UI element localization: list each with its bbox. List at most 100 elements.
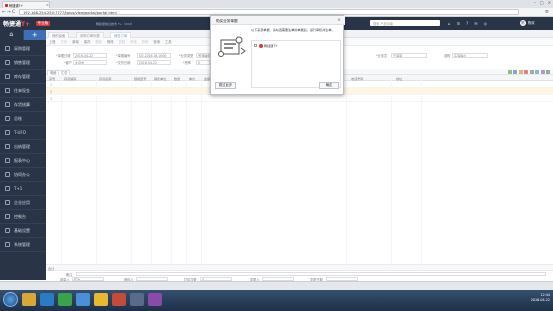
tplus-favicon-icon [5,3,8,7]
sidebar-add-icon[interactable]: + [23,30,46,40]
basic-settings-icon [5,227,10,233]
sidebar-item-sales[interactable]: 销售管理 [0,56,46,70]
sidebar-item-console[interactable]: 控制台 [0,210,46,224]
qq-icon[interactable] [76,293,90,306]
app-logo: 畅捷通T+ [3,19,30,28]
browser-tab[interactable]: 畅捷通T+ × [2,1,50,8]
cash-icon [5,87,10,93]
app-icon[interactable] [112,293,126,306]
app-icon-2[interactable] [130,293,144,306]
sidebar-item-purchase[interactable]: 采购管理 [0,42,46,56]
sidebar-item-label: 库存管理 [14,74,30,79]
user-menu[interactable]: 陈 陈欢 [520,19,535,26]
status-bar [0,281,553,290]
sidebar-item-label: 协同办公 [14,172,30,177]
chrome-icon[interactable] [94,293,108,306]
sales-icon [5,59,10,65]
company-name: 畅捷通信息技术 T+（202） [96,22,135,27]
t1-icon [5,185,10,191]
sidebar-item-label: 销售管理 [14,60,30,65]
logo-accent: T+ [21,21,31,28]
ok-button[interactable]: 确定 [319,82,339,89]
sidebar-top: ⌂ + [0,30,46,40]
sidebar-item-label: 采购管理 [14,46,30,51]
message-icon[interactable]: ✉ [474,21,477,26]
reload-icon[interactable]: C [12,10,15,15]
url-text: 192.168.254.250:7777/tplus/view/portal/p… [23,10,117,15]
sidebar-home-icon[interactable]: ⌂ [0,30,24,40]
dialog-titlebar: 购买业务单据 × [211,16,345,25]
source-bill-list: 畅捷通T+ [251,40,341,88]
window-controls: – □ × [534,0,551,7]
start-button[interactable] [3,292,18,307]
dialog-close-icon[interactable]: × [337,18,341,23]
purchase-icon [5,45,10,51]
system-icon [5,241,10,247]
menu-icon[interactable]: ☰ [457,21,461,26]
sidebar-item-reports[interactable]: 报表中心 [0,154,46,168]
ie-icon[interactable] [40,293,54,306]
back-icon[interactable]: ← [2,10,6,15]
user-name: 陈欢 [528,21,535,25]
costing-icon [5,101,10,107]
office-icon [5,171,10,177]
edition-badge: 专业版 [36,21,50,26]
sidebar-item-label: 企业应用 [14,200,30,205]
sidebar-item-label: 总账 [14,116,22,121]
sidebar-item-apps[interactable]: 企业应用 [0,196,46,210]
sidebar-item-cashier[interactable]: 出纳管理 [0,140,46,154]
logo-text: 畅捷通 [3,21,22,28]
sidebar-item-label: 存货核算 [14,102,30,107]
sidebar-item-label: T+1 [14,186,23,191]
forward-icon[interactable]: → [7,10,11,15]
browser-tabstrip: 畅捷通T+ × – □ × [0,0,553,8]
sidebar-item-label: 报表中心 [14,158,30,163]
ufo-icon [5,129,10,135]
sidebar-item-label: 往来现金 [14,88,30,93]
sidebar-item-system[interactable]: 系统管理 [0,238,46,252]
avatar: 陈 [520,19,526,26]
sidebar-item-cash[interactable]: 往来现金 [0,84,46,98]
sidebar-item-label: 控制台 [14,214,26,219]
browser-menu-icon[interactable]: ≡ [545,9,549,15]
skip-button[interactable]: 跳过此步 [215,82,237,89]
sidebar-item-office[interactable]: 协同办公 [0,168,46,182]
ledger-icon [5,115,10,121]
tplus-item-icon [258,43,263,48]
cashier-icon [5,143,10,149]
system-tray: 12:44 2016-04-22 [531,293,550,303]
home-icon[interactable]: ⌂ [448,21,451,26]
item-label: 畅捷通T+ [264,44,278,48]
clock-date: 2016-04-22 [530,298,550,302]
sidebar-item-t1[interactable]: T+1 [0,182,46,196]
sidebar-item-label: 出纳管理 [14,144,30,149]
sidebar-item-label: T-UFO [14,130,26,135]
apps-icon [5,199,10,205]
document-illustration-icon [218,36,246,57]
explorer-icon[interactable] [22,293,36,306]
header-search-input[interactable]: 搜索 产品功能 [370,20,440,26]
sidebar-item-label: 系统管理 [14,242,30,247]
sidebar-item-basic-settings[interactable]: 基础设置 [0,224,46,238]
item-checkbox[interactable] [254,44,257,47]
dialog-title: 购买业务单据 [216,18,238,23]
sidebar-item-costing[interactable]: 存货核算 [0,98,46,112]
wechat-icon[interactable] [58,293,72,306]
reports-icon [5,157,10,163]
settings-icon[interactable]: ◎ [484,21,488,26]
header-icons: ⌂ ☰ ? ✉ ◎ [448,21,487,26]
console-icon [5,213,10,219]
help-icon[interactable]: ? [466,21,468,26]
sidebar-item-ledger[interactable]: 总账 [0,112,46,126]
minimize-icon[interactable]: – [534,0,536,7]
tab-close-icon[interactable]: × [46,3,49,7]
sidebar-item-inventory[interactable]: 库存管理 [0,70,46,84]
sidebar-item-ufo[interactable]: T-UFO [0,126,46,140]
source-bill-item[interactable]: 畅捷通T+ [254,43,278,48]
maximize-icon[interactable]: □ [540,0,544,7]
search-placeholder: 搜索 产品功能 [373,21,394,26]
app-icon-3[interactable] [148,293,162,306]
window-close-icon[interactable]: × [548,0,551,7]
dialog-description: 以下来源单据，请勾选需要生单的单据后，进行审核并生单。 [251,28,335,32]
source-bill-dialog: 购买业务单据 × 以下来源单据，请勾选需要生单的单据后，进行审核并生单。 畅捷通… [210,15,345,95]
